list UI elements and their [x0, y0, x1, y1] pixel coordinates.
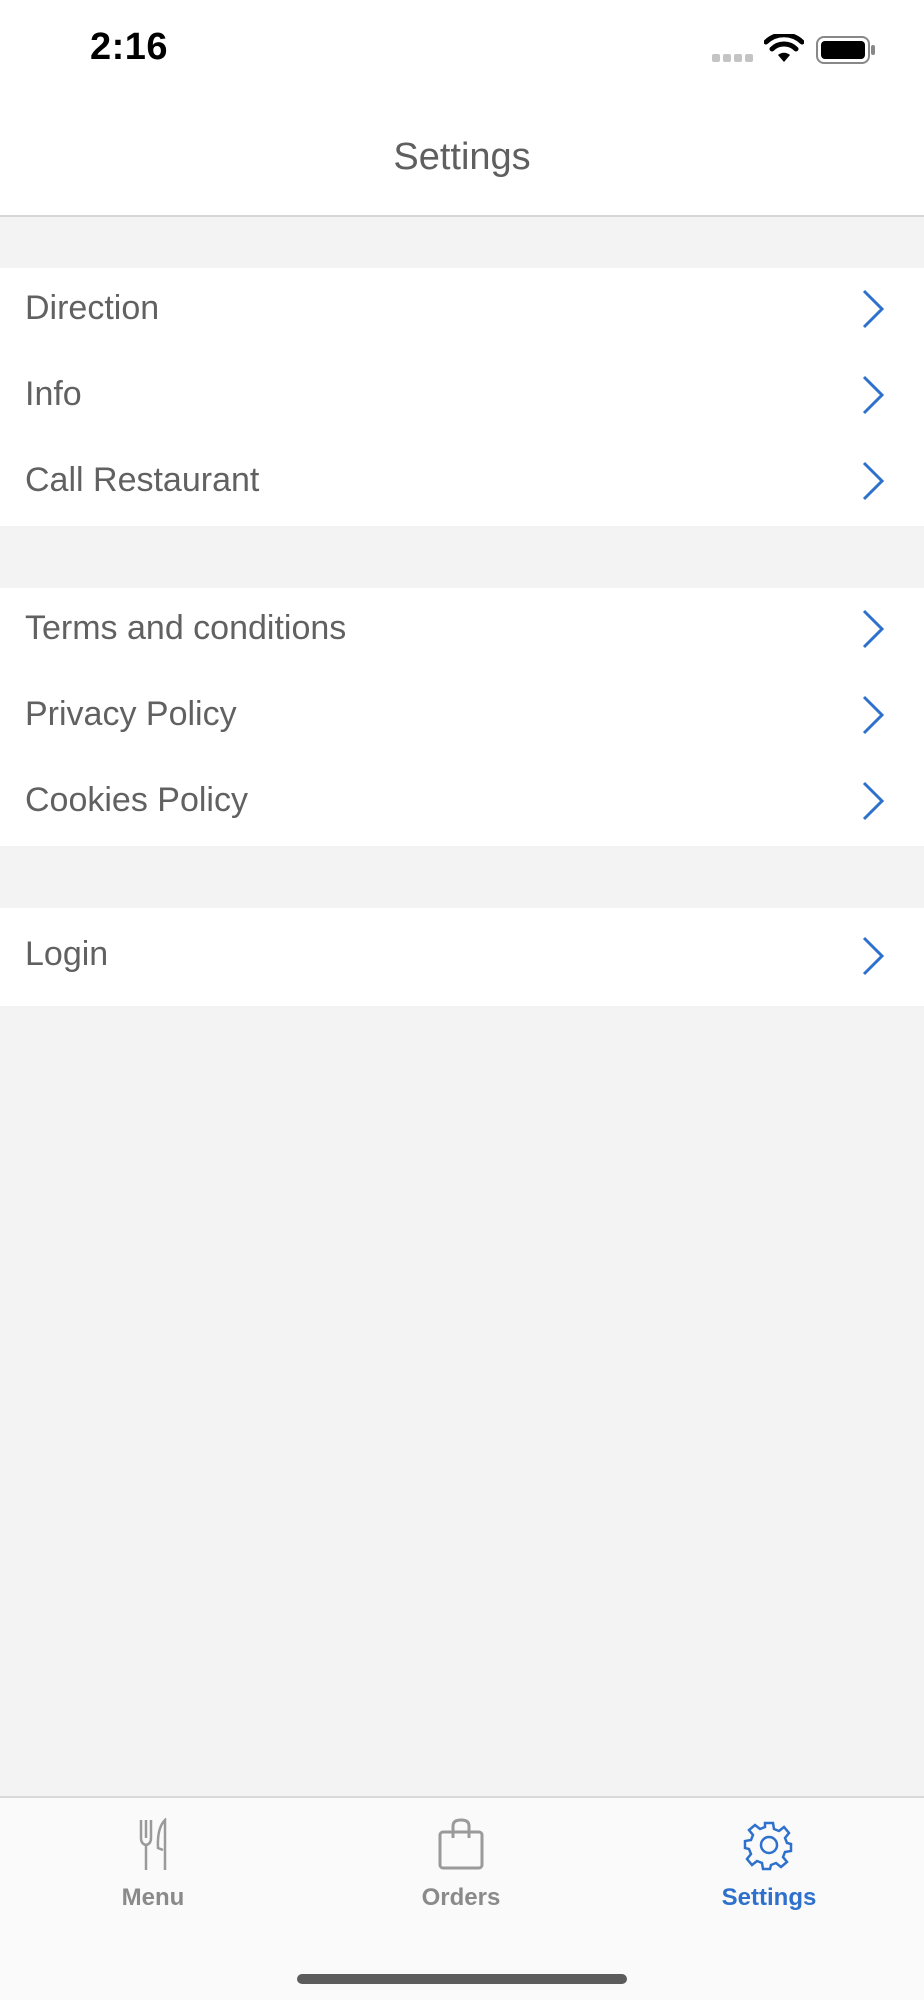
tab-bar: Menu Orders Settings	[0, 1796, 924, 2000]
status-time: 2:16	[90, 26, 169, 68]
chevron-right-icon	[862, 375, 885, 415]
cellular-signal-icon	[712, 54, 753, 62]
fork-knife-icon	[139, 1818, 167, 1870]
tab-label: Orders	[421, 1884, 501, 1911]
row-direction[interactable]: Direction	[0, 268, 924, 354]
home-indicator	[297, 1974, 627, 1984]
row-privacy-policy[interactable]: Privacy Policy	[0, 674, 924, 760]
row-label: Privacy Policy	[25, 695, 237, 733]
row-cookies-policy[interactable]: Cookies Policy	[0, 760, 924, 846]
row-label: Login	[25, 935, 109, 973]
row-label: Terms and conditions	[25, 609, 347, 647]
battery-icon	[816, 36, 875, 64]
shopping-bag-icon	[438, 1818, 484, 1870]
chevron-right-icon	[862, 781, 885, 821]
wifi-icon	[764, 34, 804, 62]
tab-menu[interactable]: Menu	[53, 1818, 253, 1928]
tab-settings[interactable]: Settings	[669, 1818, 869, 1928]
row-label: Call Restaurant	[25, 461, 260, 499]
page-title: Settings	[393, 136, 531, 178]
row-info[interactable]: Info	[0, 354, 924, 440]
chevron-right-icon	[862, 936, 885, 976]
chevron-right-icon	[862, 695, 885, 735]
tab-label: Menu	[121, 1884, 185, 1911]
row-label: Cookies Policy	[25, 781, 248, 819]
settings-group-restaurant: Direction Info Call Restaurant	[0, 268, 924, 526]
chevron-right-icon	[862, 461, 885, 501]
settings-group-legal: Terms and conditions Privacy Policy Cook…	[0, 588, 924, 846]
row-call-restaurant[interactable]: Call Restaurant	[0, 440, 924, 526]
row-login[interactable]: Login	[0, 908, 924, 1006]
row-label: Direction	[25, 289, 160, 327]
chevron-right-icon	[862, 289, 885, 329]
status-bar: 2:16	[0, 0, 924, 100]
settings-group-account: Login	[0, 908, 924, 1006]
chevron-right-icon	[862, 609, 885, 649]
navigation-bar: Settings	[0, 100, 924, 217]
tab-label: Settings	[721, 1884, 817, 1911]
row-label: Info	[25, 375, 82, 413]
tab-orders[interactable]: Orders	[361, 1818, 561, 1928]
row-terms-and-conditions[interactable]: Terms and conditions	[0, 588, 924, 674]
gear-icon	[743, 1821, 793, 1871]
